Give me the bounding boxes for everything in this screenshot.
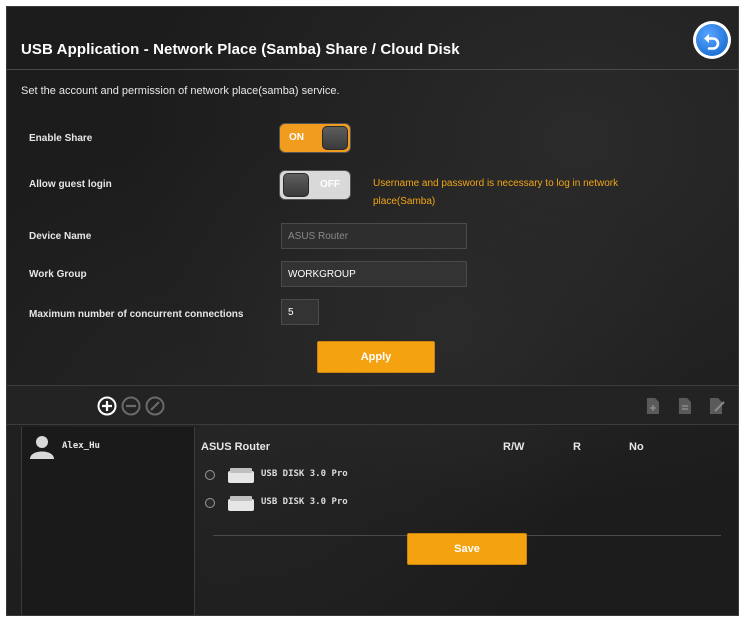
page-description: Set the account and permission of networ… <box>21 85 340 97</box>
device-name-field[interactable] <box>281 223 467 249</box>
add-circle-icon[interactable] <box>97 396 117 416</box>
samba-share-panel: USB Application - Network Place (Samba) … <box>6 6 739 616</box>
folder-icon[interactable] <box>675 396 695 416</box>
account-name: Alex_Hu <box>62 441 100 451</box>
disk-select-radio[interactable] <box>205 470 215 480</box>
work-group-label: Work Group <box>29 269 87 280</box>
device-name-label: Device Name <box>29 231 92 242</box>
toggle-knob <box>283 173 309 197</box>
panel-header: USB Application - Network Place (Samba) … <box>7 7 738 73</box>
title-divider <box>7 69 738 70</box>
work-group-field[interactable] <box>281 261 467 287</box>
guest-login-warning: Username and password is necessary to lo… <box>373 178 619 207</box>
disk-name: USB DISK 3.0 Pro <box>261 469 348 479</box>
allow-guest-label: Allow guest login <box>29 179 112 190</box>
edit-folder-icon[interactable] <box>707 396 727 416</box>
page-title: USB Application - Network Place (Samba) … <box>21 41 460 58</box>
drive-icon <box>227 495 255 518</box>
add-folder-icon[interactable] <box>643 396 663 416</box>
no-access-column-header: No <box>629 441 644 453</box>
read-column-header: R <box>573 441 581 453</box>
enable-share-state: ON <box>289 132 304 143</box>
drive-icon <box>227 467 255 490</box>
max-connections-field[interactable] <box>281 299 319 325</box>
enable-share-label: Enable Share <box>29 133 93 144</box>
disk-row: USB DISK 3.0 Pro <box>201 493 501 515</box>
toggle-knob <box>322 126 348 150</box>
account-list: Alex_Hu <box>21 427 195 615</box>
enable-share-toggle[interactable]: ON <box>279 123 351 153</box>
account-toolbar <box>7 385 738 425</box>
apply-button[interactable]: Apply <box>317 341 435 373</box>
allow-guest-toggle[interactable]: OFF <box>279 170 351 200</box>
save-button[interactable]: Save <box>407 533 527 565</box>
disk-row: USB DISK 3.0 Pro <box>201 465 501 487</box>
device-column-header: ASUS Router <box>201 441 271 453</box>
user-icon <box>28 435 56 464</box>
back-arrow-icon <box>696 24 728 56</box>
remove-circle-icon[interactable] <box>121 396 141 416</box>
max-connections-label: Maximum number of concurrent connections <box>29 309 244 320</box>
disk-name: USB DISK 3.0 Pro <box>261 497 348 507</box>
account-item[interactable]: Alex_Hu <box>26 435 186 459</box>
permission-table: ASUS Router R/W R No USB DISK 3.0 Pro US… <box>197 427 738 615</box>
rw-column-header: R/W <box>503 441 525 453</box>
allow-guest-state: OFF <box>320 179 340 190</box>
edit-circle-icon[interactable] <box>145 396 165 416</box>
disk-select-radio[interactable] <box>205 498 215 508</box>
back-button[interactable] <box>693 21 731 59</box>
